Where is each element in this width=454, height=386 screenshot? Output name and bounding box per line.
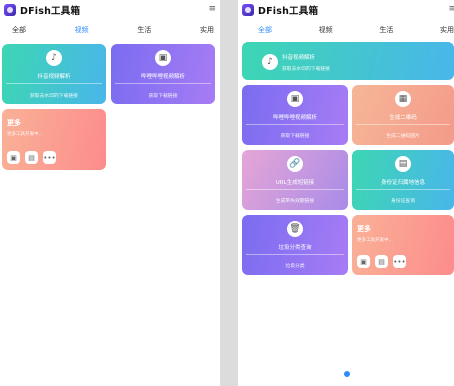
banner-douyin-parse[interactable]: ♪ 抖音视频解析 获取去水印的下载链接: [242, 42, 454, 80]
tab-life[interactable]: 生活: [137, 25, 151, 35]
app-logo-icon: [4, 4, 16, 16]
card-garbage-sort[interactable]: 🗑 垃圾分类查询 垃圾分类: [242, 215, 348, 275]
more-subtitle: 更多工具开发中...: [7, 132, 43, 137]
device-comparison: DFish工具箱 ≡ 全部 视频 生活 实用 ♪ 抖音视频解析 获取去水印的下载…: [0, 0, 454, 386]
card-bilibili-parse[interactable]: ▣ 哔哩哔哩视频解析 获取下载链接: [111, 44, 215, 104]
dots-mini-icon: •••: [393, 255, 406, 268]
app-header: DFish工具箱 ≡: [238, 0, 454, 20]
card-douyin-parse[interactable]: ♪ 抖音视频解析 获取去水印的下载链接: [2, 44, 106, 104]
bilibili-icon: ▣: [287, 91, 303, 107]
app-title: DFish工具箱: [20, 6, 81, 17]
tiktok-icon: ♪: [262, 54, 278, 70]
trash-icon: 🗑: [287, 221, 303, 237]
menu-icon[interactable]: ≡: [448, 4, 454, 14]
card-subtitle: 获取去水印的下载链接: [30, 94, 78, 99]
card-divider: [356, 124, 450, 125]
more-title: 更多: [7, 119, 21, 127]
more-title: 更多: [357, 225, 371, 233]
card-title: 垃圾分类查询: [278, 245, 312, 251]
card-title: URL生成短链接: [275, 180, 315, 186]
card-subtitle: 获取下载链接: [148, 94, 178, 99]
tab-utility[interactable]: 实用: [200, 25, 214, 35]
left-phone-screen: DFish工具箱 ≡ 全部 视频 生活 实用 ♪ 抖音视频解析 获取去水印的下载…: [0, 0, 220, 386]
tab-utility[interactable]: 实用: [440, 25, 454, 35]
bilibili-icon: ▣: [155, 50, 171, 66]
screen-divider: [220, 0, 238, 386]
more-subtitle: 更多工具开发中...: [357, 238, 393, 243]
tab-life[interactable]: 生活: [379, 25, 393, 35]
card-divider: [6, 83, 102, 84]
card-bilibili-parse[interactable]: ▣ 哔哩哔哩视频解析 获取下载链接: [242, 85, 348, 145]
card-more[interactable]: 更多 更多工具开发中... ▣ ▤ •••: [2, 109, 106, 170]
dots-mini-icon: •••: [43, 151, 56, 164]
page-indicator-dot: [344, 371, 350, 377]
menu-icon[interactable]: ≡: [208, 4, 216, 14]
card-title: 生成二维码: [389, 115, 417, 121]
banner-title: 抖音视频解析: [282, 55, 316, 61]
card-divider: [356, 189, 450, 190]
tab-all[interactable]: 全部: [12, 25, 26, 35]
card-subtitle: 身份证查询: [391, 199, 415, 204]
card-qrcode[interactable]: ▦ 生成二维码 生成二维码图片: [352, 85, 454, 145]
tab-video[interactable]: 视频: [319, 25, 333, 35]
app-logo-icon: [242, 4, 254, 16]
tv-mini-icon: ▣: [7, 151, 20, 164]
card-title: 抖音视频解析: [37, 74, 71, 80]
card-subtitle: 生成带失效期链接: [275, 199, 315, 204]
right-phone-screen: DFish工具箱 ≡ 全部 视频 生活 实用 ♪ 抖音视频解析 获取去水印的下载…: [238, 0, 454, 386]
card-subtitle: 获取下载链接: [280, 134, 310, 139]
banner-subtitle: 获取去水印的下载链接: [282, 67, 330, 72]
card-title: 哔哩哔哩视频解析: [140, 74, 185, 80]
card-subtitle: 生成二维码图片: [386, 134, 420, 139]
app-header: DFish工具箱 ≡: [0, 0, 220, 20]
app-title: DFish工具箱: [258, 6, 319, 17]
tiktok-icon: ♪: [46, 50, 62, 66]
list-mini-icon: ▤: [375, 255, 388, 268]
card-subtitle: 垃圾分类: [285, 264, 305, 269]
card-divider: [246, 189, 344, 190]
link-icon: 🔗: [287, 156, 303, 172]
card-divider: [246, 254, 344, 255]
tv-mini-icon: ▣: [357, 255, 370, 268]
list-mini-icon: ▤: [25, 151, 38, 164]
qrcode-icon: ▦: [395, 91, 411, 107]
category-tabs: 全部 视频 生活 实用: [238, 20, 454, 40]
card-divider: [115, 83, 211, 84]
id-card-icon: ▤: [395, 156, 411, 172]
card-title: 身份证归属地信息: [380, 180, 425, 186]
card-id-lookup[interactable]: ▤ 身份证归属地信息 身份证查询: [352, 150, 454, 210]
card-short-url[interactable]: 🔗 URL生成短链接 生成带失效期链接: [242, 150, 348, 210]
card-divider: [246, 124, 344, 125]
card-title: 哔哩哔哩视频解析: [272, 115, 317, 121]
tab-all[interactable]: 全部: [258, 25, 272, 35]
category-tabs: 全部 视频 生活 实用: [0, 20, 220, 40]
tab-video[interactable]: 视频: [75, 25, 89, 35]
card-more[interactable]: 更多 更多工具开发中... ▣ ▤ •••: [352, 215, 454, 275]
